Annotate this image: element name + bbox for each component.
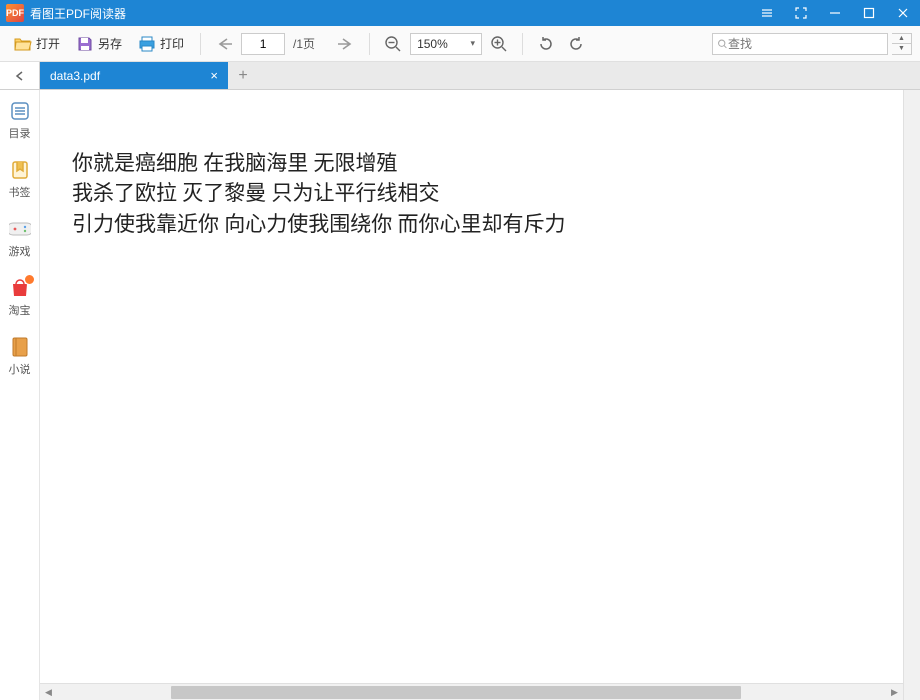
zoom-in-button[interactable] <box>486 31 512 57</box>
sidebar-item-novel[interactable]: 小说 <box>9 336 31 377</box>
bookmark-icon <box>9 159 31 181</box>
sidebar: 目录 书签 游戏 淘宝 小说 <box>0 90 40 700</box>
folder-open-icon <box>14 35 32 53</box>
search-input[interactable] <box>728 37 883 51</box>
app-title: 看图王PDF阅读器 <box>30 5 126 22</box>
sidebar-item-taobao[interactable]: 淘宝 <box>9 277 31 318</box>
print-icon <box>138 35 156 53</box>
scroll-right-icon[interactable]: ▶ <box>886 685 903 700</box>
book-icon <box>9 336 31 358</box>
tab-filename: data3.pdf <box>50 69 100 83</box>
sidebar-label: 游戏 <box>9 243 31 259</box>
app-logo-icon: PDF <box>6 4 24 22</box>
save-icon <box>76 35 94 53</box>
search-icon <box>717 37 728 51</box>
document-line: 我杀了欧拉 灭了黎曼 只为让平行线相交 <box>72 178 871 208</box>
document-viewport: 你就是癌细胞 在我脑海里 无限增殖 我杀了欧拉 灭了黎曼 只为让平行线相交 引力… <box>40 90 903 683</box>
prev-page-button[interactable] <box>211 31 237 57</box>
chevron-up-icon[interactable]: ▲ <box>892 34 911 45</box>
minimize-icon[interactable] <box>818 0 852 26</box>
separator <box>522 33 523 55</box>
sidebar-label: 小说 <box>9 361 31 377</box>
zoom-select[interactable]: 150% ▾ <box>410 33 482 55</box>
horizontal-scrollbar[interactable]: ◀ ▶ <box>40 683 903 700</box>
search-stepper[interactable]: ▲ ▼ <box>892 33 912 55</box>
document-line: 引力使我靠近你 向心力使我围绕你 而你心里却有斥力 <box>72 209 871 239</box>
zoom-out-button[interactable] <box>380 31 406 57</box>
rotate-left-button[interactable] <box>533 31 559 57</box>
print-label: 打印 <box>160 35 184 52</box>
gamepad-icon <box>9 218 31 240</box>
chevron-down-icon: ▾ <box>471 38 476 49</box>
add-tab-button[interactable]: + <box>228 62 258 89</box>
shopping-bag-icon <box>9 277 31 299</box>
save-as-button[interactable]: 另存 <box>70 31 128 57</box>
save-as-label: 另存 <box>98 35 122 52</box>
sidebar-label: 目录 <box>9 125 31 141</box>
search-box[interactable] <box>712 33 888 55</box>
print-button[interactable]: 打印 <box>132 31 190 57</box>
page-number-input[interactable] <box>241 33 285 55</box>
page-total-label: /1页 <box>293 35 315 52</box>
scroll-track[interactable] <box>57 685 886 700</box>
scroll-thumb[interactable] <box>171 686 741 699</box>
fullscreen-icon[interactable] <box>784 0 818 26</box>
rotate-right-button[interactable] <box>563 31 589 57</box>
maximize-icon[interactable] <box>852 0 886 26</box>
sidebar-label: 淘宝 <box>9 302 31 318</box>
toolbar: 打开 另存 打印 /1页 150% ▾ ▲ ▼ <box>0 26 920 62</box>
separator <box>200 33 201 55</box>
open-button[interactable]: 打开 <box>8 31 66 57</box>
sidebar-item-toc[interactable]: 目录 <box>9 100 31 141</box>
separator <box>369 33 370 55</box>
vertical-scrollbar[interactable] <box>903 90 920 700</box>
zoom-value: 150% <box>417 37 448 51</box>
tab-close-icon[interactable]: × <box>210 68 218 83</box>
tab-bar: data3.pdf × + <box>0 62 920 90</box>
close-icon[interactable] <box>886 0 920 26</box>
list-icon <box>9 100 31 122</box>
collapse-sidebar-button[interactable] <box>0 62 40 89</box>
open-label: 打开 <box>36 35 60 52</box>
title-bar: PDF 看图王PDF阅读器 <box>0 0 920 26</box>
tab-active[interactable]: data3.pdf × <box>40 62 228 89</box>
document-line: 你就是癌细胞 在我脑海里 无限增殖 <box>72 148 871 178</box>
sidebar-label: 书签 <box>9 184 31 200</box>
chevron-down-icon[interactable]: ▼ <box>892 44 911 54</box>
next-page-button[interactable] <box>333 31 359 57</box>
sidebar-item-game[interactable]: 游戏 <box>9 218 31 259</box>
sidebar-item-bookmark[interactable]: 书签 <box>9 159 31 200</box>
scroll-left-icon[interactable]: ◀ <box>40 685 57 700</box>
menu-icon[interactable] <box>750 0 784 26</box>
